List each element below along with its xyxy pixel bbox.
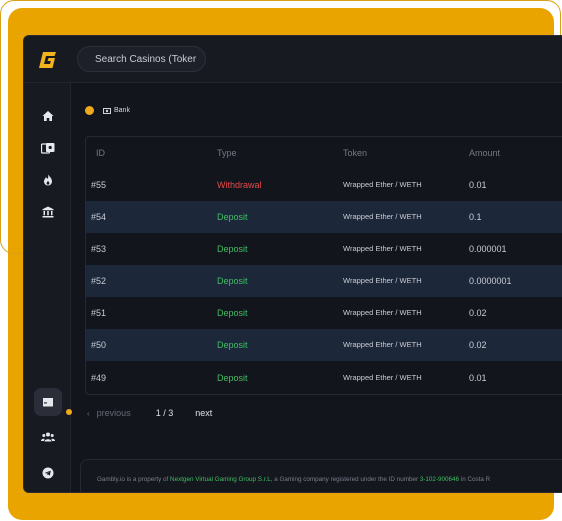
- cell-amount: 0.02: [469, 340, 487, 350]
- table-header: ID Type Token Amount: [86, 137, 562, 169]
- cell-id: #51: [91, 308, 107, 318]
- cell-token: Wrapped Ether / WETH: [343, 276, 422, 285]
- casino-chips-icon[interactable]: [40, 140, 56, 156]
- pagination: ‹ previous 1 / 3 next: [85, 404, 212, 422]
- column-header-amount: Amount: [469, 148, 501, 158]
- flame-icon[interactable]: [40, 172, 56, 188]
- cell-token: Wrapped Ether / WETH: [343, 340, 422, 349]
- cell-id: #50: [91, 340, 107, 350]
- cell-type: Withdrawal: [217, 180, 262, 190]
- cell-type: Deposit: [217, 373, 248, 383]
- bank-note-icon: [103, 107, 111, 114]
- page-count: 1 / 3: [155, 408, 174, 418]
- users-icon[interactable]: [40, 429, 56, 445]
- status-dot: [85, 106, 94, 115]
- chevron-left-icon: ‹: [87, 408, 90, 418]
- cell-id: #52: [91, 276, 107, 286]
- previous-page-button[interactable]: ‹ previous: [85, 408, 131, 418]
- cell-amount: 0.0000001: [469, 276, 512, 286]
- company-link[interactable]: Nextgen Virtual Gaming Group S.r.L: [170, 476, 271, 483]
- cell-amount: 0.01: [469, 180, 487, 190]
- cell-type: Deposit: [217, 244, 248, 254]
- cell-token: Wrapped Ether / WETH: [343, 244, 422, 253]
- search-input[interactable]: Search Casinos (Toker: [77, 46, 206, 72]
- cell-id: #55: [91, 180, 107, 190]
- footer-text-part: , a Gaming company registered under the …: [270, 476, 420, 483]
- cell-token: Wrapped Ether / WETH: [343, 373, 422, 382]
- cell-id: #53: [91, 244, 107, 254]
- transactions-table: ID Type Token Amount #55 Withdrawal Wrap…: [85, 136, 562, 395]
- footer-text-part: in Costa R: [459, 476, 491, 483]
- wallet-icon[interactable]: [34, 388, 62, 416]
- table-row[interactable]: #49 Deposit Wrapped Ether / WETH 0.01: [86, 362, 562, 394]
- table-row[interactable]: #54 Deposit Wrapped Ether / WETH 0.1: [86, 201, 562, 233]
- sidebar: [24, 83, 72, 492]
- bank-header: Bank: [85, 106, 130, 115]
- top-bar: Search Casinos (Toker: [24, 36, 562, 83]
- cell-token: Wrapped Ether / WETH: [343, 212, 422, 221]
- cell-type: Deposit: [217, 212, 248, 222]
- cell-type: Deposit: [217, 340, 248, 350]
- table-row[interactable]: #53 Deposit Wrapped Ether / WETH 0.00000…: [86, 233, 562, 265]
- table-row[interactable]: #55 Withdrawal Wrapped Ether / WETH 0.01: [86, 169, 562, 201]
- previous-label: previous: [96, 408, 131, 418]
- cell-id: #49: [91, 373, 107, 383]
- home-icon[interactable]: [40, 108, 56, 124]
- next-page-button[interactable]: next: [195, 408, 212, 418]
- main-content: Bank ID Type Token Amount #55 Withdrawal…: [72, 83, 562, 492]
- footer-text-part: Gambly.io is a property of: [97, 476, 171, 483]
- cell-id: #54: [91, 212, 107, 222]
- cell-token: Wrapped Ether / WETH: [343, 308, 422, 317]
- table-row[interactable]: #51 Deposit Wrapped Ether / WETH 0.02: [86, 297, 562, 329]
- cell-amount: 0.02: [469, 308, 487, 318]
- cell-amount: 0.01: [469, 373, 487, 383]
- column-header-token: Token: [343, 148, 368, 158]
- table-row[interactable]: #50 Deposit Wrapped Ether / WETH 0.02: [86, 329, 562, 361]
- cell-type: Deposit: [217, 308, 248, 318]
- cell-amount: 0.1: [469, 212, 482, 222]
- footer: Gambly.io is a property of Nextgen Virtu…: [80, 459, 562, 492]
- app-window: Search Casinos (Toker Bank ID Type Token…: [23, 35, 562, 493]
- cell-amount: 0.000001: [469, 244, 507, 254]
- table-row[interactable]: #52 Deposit Wrapped Ether / WETH 0.00000…: [86, 265, 562, 297]
- cell-type: Deposit: [217, 276, 248, 286]
- gambly-logo[interactable]: [38, 50, 58, 70]
- bank-icon[interactable]: [40, 204, 56, 220]
- column-header-id: ID: [96, 148, 105, 158]
- company-id-link[interactable]: 3-102-900646: [420, 476, 459, 483]
- cell-token: Wrapped Ether / WETH: [343, 180, 422, 189]
- telegram-icon[interactable]: [40, 465, 56, 481]
- column-header-type: Type: [217, 148, 237, 158]
- bank-label: Bank: [114, 107, 130, 114]
- footer-legal-text: Gambly.io is a property of Nextgen Virtu…: [97, 476, 490, 483]
